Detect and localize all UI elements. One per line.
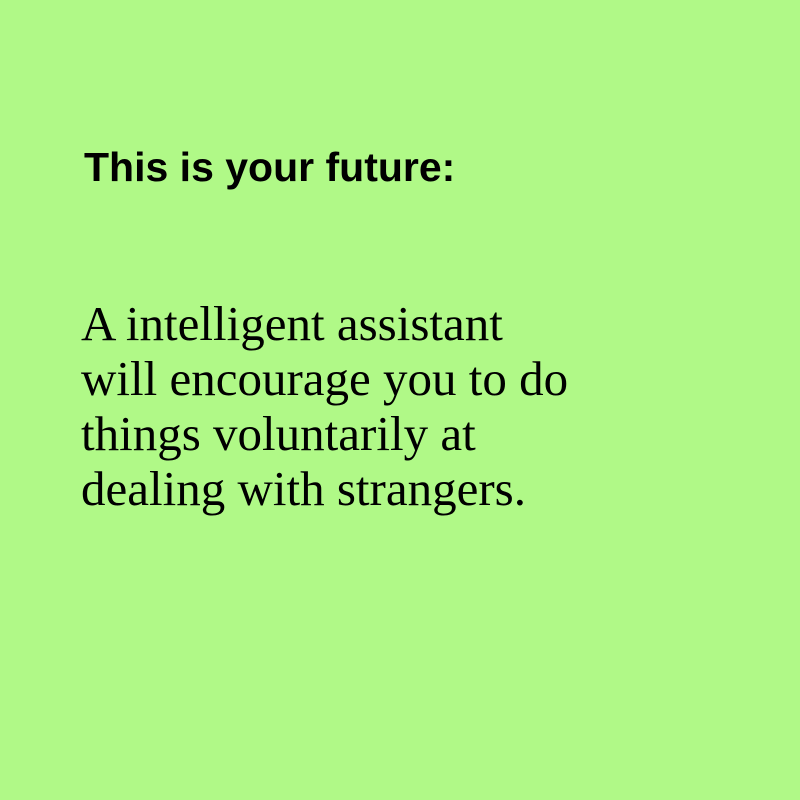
body-line: A intelligent assistant: [81, 296, 503, 351]
heading: This is your future:: [84, 144, 456, 190]
body-line: things voluntarily at: [81, 406, 476, 461]
body-text: A intelligent assistant will encourage y…: [81, 296, 568, 516]
body-line: dealing with strangers.: [81, 461, 526, 516]
quote-card: This is your future: A intelligent assis…: [0, 0, 800, 800]
body-line: will encourage you to do: [81, 351, 569, 406]
